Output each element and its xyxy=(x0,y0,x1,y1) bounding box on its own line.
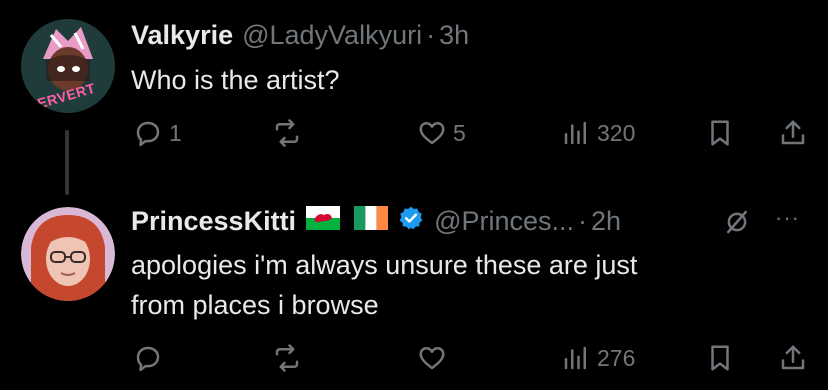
bookmark-icon xyxy=(711,120,729,146)
view-count: 320 xyxy=(597,119,636,146)
grok-button[interactable] xyxy=(722,207,752,237)
thread-line xyxy=(65,130,69,195)
timestamp[interactable]: 3h xyxy=(439,20,469,51)
display-name[interactable]: Valkyrie xyxy=(131,20,233,51)
display-name[interactable]: PrincessKitti xyxy=(131,206,296,237)
bookmark-button[interactable] xyxy=(705,343,735,373)
avatar-valkyrie[interactable]: PERVERT xyxy=(21,19,115,113)
heart-icon xyxy=(419,347,445,370)
timestamp[interactable]: 2h xyxy=(591,206,621,237)
post-text-line-2: from places i browse xyxy=(131,290,379,320)
share-icon xyxy=(781,345,805,370)
share-button[interactable] xyxy=(778,343,808,373)
views-button[interactable]: 276 xyxy=(561,343,635,373)
avatar-princesskitti[interactable] xyxy=(21,207,115,301)
analytics-icon xyxy=(564,121,586,145)
view-count: 276 xyxy=(597,344,636,371)
more-options-button[interactable]: ··· xyxy=(775,205,800,231)
more-icon: ··· xyxy=(775,205,800,230)
post-text: Who is the artist? xyxy=(131,65,340,95)
share-icon xyxy=(781,120,805,145)
verified-badge-icon[interactable] xyxy=(398,205,424,238)
post-text-line-1: apologies i'm always unsure these are ju… xyxy=(131,250,638,280)
like-button[interactable] xyxy=(417,343,453,373)
separator-dot: · xyxy=(426,20,436,50)
bookmark-icon xyxy=(711,345,729,371)
like-button[interactable]: 5 xyxy=(417,118,466,148)
repost-button[interactable] xyxy=(272,343,308,373)
ireland-flag-icon xyxy=(354,206,389,237)
reply-button[interactable]: 1 xyxy=(133,118,182,148)
reply-count: 1 xyxy=(169,119,182,146)
separator-dot: · xyxy=(578,206,588,236)
repost-button[interactable] xyxy=(272,118,308,148)
reply-icon xyxy=(136,346,160,372)
reply-icon xyxy=(136,121,160,147)
analytics-icon xyxy=(564,346,586,370)
share-button[interactable] xyxy=(778,118,808,148)
reply-button[interactable] xyxy=(133,343,169,373)
repost-icon xyxy=(275,119,299,147)
repost-icon xyxy=(275,344,299,372)
handle[interactable]: @LadyValkyuri xyxy=(242,20,422,51)
grok-icon xyxy=(727,210,747,234)
heart-icon xyxy=(419,122,445,145)
handle[interactable]: @Princes... xyxy=(434,206,574,237)
bookmark-button[interactable] xyxy=(705,118,735,148)
views-button[interactable]: 320 xyxy=(561,118,635,148)
like-count: 5 xyxy=(453,119,466,146)
wales-flag-icon xyxy=(306,206,341,237)
